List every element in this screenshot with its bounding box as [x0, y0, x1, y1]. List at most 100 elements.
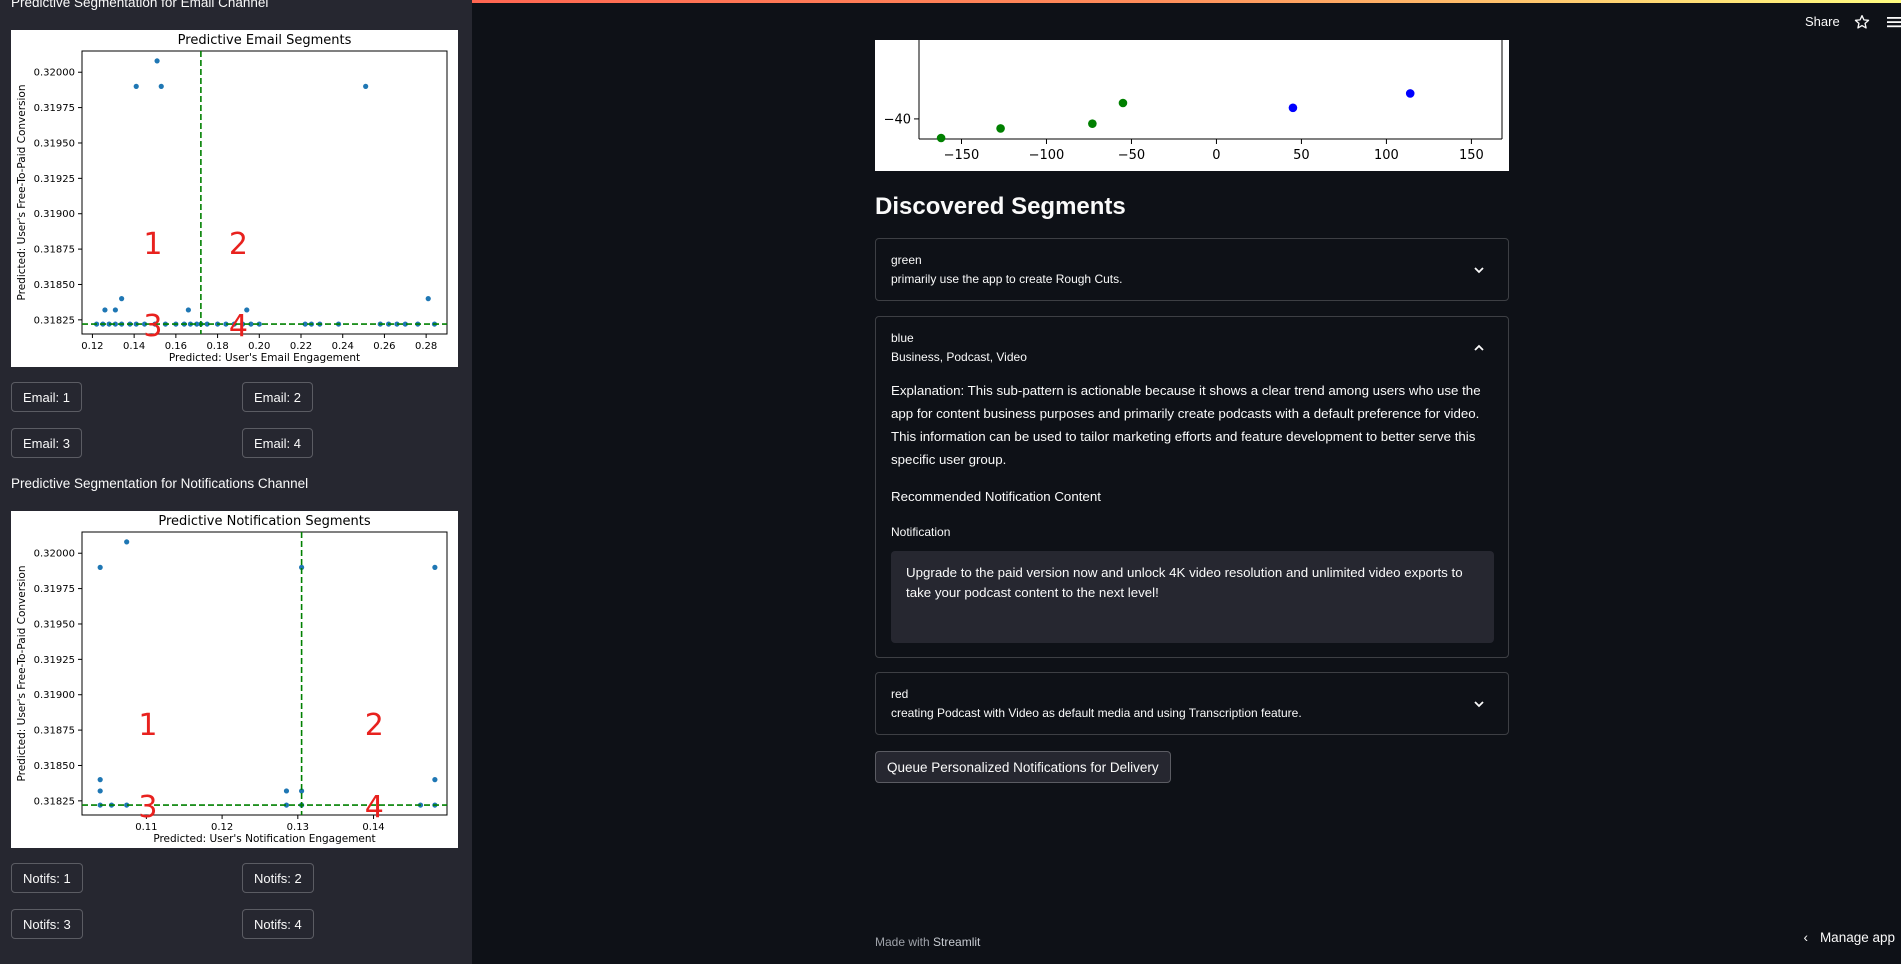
- quadrant-label: 4: [365, 790, 384, 825]
- notification-segments-chart: Predictive Notification Segments 0.11 0.12…: [11, 511, 458, 848]
- x-tick-label: 0.12: [211, 822, 233, 833]
- y-tick-label: 0.31950: [34, 138, 75, 149]
- segment-expander-red[interactable]: red creating Podcast with Video as defau…: [875, 672, 1509, 735]
- plot-frame: [81, 50, 448, 335]
- sidebar: Predictive Segmentation for Email Channe…: [0, 0, 472, 964]
- x-tick-label: 0.16: [165, 341, 187, 352]
- x-tick-label: 100: [1374, 148, 1399, 163]
- notifs-4-button[interactable]: Notifs: 4: [242, 909, 314, 939]
- email-4-button[interactable]: Email: 4: [242, 428, 313, 458]
- segment-header: green primarily use the app to create Ro…: [891, 251, 1122, 289]
- data-point: [1118, 98, 1128, 108]
- x-tick-label: 0.13: [287, 822, 309, 833]
- x-tick-label: 50: [1293, 148, 1310, 163]
- email-section-title: Predictive Segmentation for Email Channe…: [11, 0, 269, 10]
- footer: Made with Streamlit: [875, 935, 980, 949]
- x-tick-label: 0: [1212, 148, 1220, 163]
- x-tick-label: 0.18: [206, 341, 228, 352]
- x-tick-label: 0.26: [373, 341, 395, 352]
- data-point: [133, 83, 139, 89]
- data-point: [996, 124, 1005, 133]
- y-tick-label: 0.31850: [34, 761, 75, 772]
- notification-label: Notification: [891, 525, 951, 539]
- notifs-3-button[interactable]: Notifs: 3: [11, 909, 83, 939]
- quadrant-label: 3: [138, 790, 157, 825]
- x-tick-label: 0.24: [332, 341, 354, 352]
- segments-embedding-chart: −150 −100 −50 0 50 100 150 −40: [875, 40, 1509, 171]
- y-tick-label: 0.31875: [34, 245, 75, 256]
- data-point: [432, 564, 438, 570]
- page-heading: Discovered Segments: [875, 193, 1126, 220]
- data-point: [97, 777, 103, 783]
- chart-title: Predictive Notification Segments: [158, 514, 370, 529]
- segment-expander-blue[interactable]: blue Business, Podcast, Video Explanatio…: [875, 316, 1509, 658]
- segment-explanation: Explanation: This sub-pattern is actiona…: [891, 383, 1481, 467]
- chevron-up-icon[interactable]: [1472, 341, 1486, 355]
- queue-notifications-button[interactable]: Queue Personalized Notifications for Del…: [875, 751, 1171, 783]
- data-point: [283, 788, 290, 794]
- segment-expander-green[interactable]: green primarily use the app to create Ro…: [875, 238, 1509, 301]
- x-tick-label: 0.12: [81, 341, 103, 352]
- email-2-button[interactable]: Email: 2: [242, 382, 313, 412]
- notifs-2-button[interactable]: Notifs: 2: [242, 863, 314, 893]
- data-point: [119, 296, 125, 302]
- streamlit-link[interactable]: Streamlit: [933, 935, 980, 949]
- x-tick-label: 0.22: [290, 341, 312, 352]
- data-point: [102, 307, 108, 313]
- email-3-button[interactable]: Email: 3: [11, 428, 82, 458]
- notification-textarea[interactable]: Upgrade to the paid version now and unlo…: [891, 551, 1494, 643]
- email-1-button[interactable]: Email: 1: [11, 382, 82, 412]
- y-tick-label: 0.31850: [34, 280, 75, 291]
- x-tick-label: −150: [944, 148, 980, 163]
- data-point: [425, 296, 431, 302]
- x-tick-label: 150: [1459, 148, 1484, 163]
- x-tick-label: 0.28: [415, 341, 437, 352]
- quadrant-label: 1: [143, 227, 162, 262]
- y-tick-label: 0.31900: [34, 690, 75, 701]
- data-point: [97, 564, 103, 570]
- plot-frame: [81, 531, 448, 816]
- embedding-scatter-plot: −150 −100 −50 0 50 100 150 −40: [884, 40, 1503, 163]
- y-tick-label: 0.31900: [34, 209, 75, 220]
- y-tick-label: 0.31875: [34, 726, 75, 737]
- x-tick-label: 0.20: [248, 341, 270, 352]
- y-tick-label: 0.31975: [34, 584, 75, 595]
- x-tick-label: 0.14: [123, 341, 145, 352]
- x-tick-label: −50: [1118, 148, 1145, 163]
- y-tick-label: 0.31950: [34, 619, 75, 630]
- manage-app-button[interactable]: ‹ Manage app: [1803, 930, 1895, 945]
- y-tick-label: 0.32000: [34, 68, 75, 79]
- quadrant-label: 1: [138, 708, 157, 743]
- segment-header: blue Business, Podcast, Video: [891, 329, 1027, 367]
- y-tick-label: 0.31825: [34, 796, 75, 807]
- x-axis-label: Predicted: User's Notification Engagemen…: [153, 833, 375, 845]
- y-tick-label: 0.32000: [34, 549, 75, 560]
- quadrant-label: 2: [365, 708, 384, 743]
- y-tick-label: 0.31825: [34, 315, 75, 326]
- y-tick-label: 0.31975: [34, 103, 75, 114]
- chevron-down-icon[interactable]: [1472, 697, 1486, 711]
- segment-summary: creating Podcast with Video as default m…: [891, 706, 1302, 720]
- x-tick-label: −100: [1029, 148, 1065, 163]
- notifs-1-button[interactable]: Notifs: 1: [11, 863, 83, 893]
- segment-header: red creating Podcast with Video as defau…: [891, 685, 1302, 723]
- email-segments-chart: Predictive Email Segments 0.12 0.14 0.16 0.1…: [11, 30, 458, 367]
- hamburger-menu-icon[interactable]: [1887, 15, 1901, 29]
- notif-section-title: Predictive Segmentation for Notification…: [11, 476, 309, 491]
- data-point: [154, 58, 160, 64]
- quadrant-label: 4: [229, 309, 248, 344]
- data-point: [1288, 103, 1298, 113]
- data-point: [185, 307, 191, 313]
- star-icon[interactable]: [1854, 14, 1870, 30]
- data-point: [1405, 89, 1415, 98]
- share-button[interactable]: Share: [1805, 14, 1840, 29]
- data-point: [124, 539, 130, 545]
- made-with-text: Made with: [875, 935, 930, 949]
- y-axis-label: Predicted: User's Free-To-Paid Conversio…: [16, 565, 28, 781]
- segment-summary: primarily use the app to create Rough Cu…: [891, 272, 1123, 286]
- data-point: [97, 788, 103, 794]
- data-point: [363, 83, 369, 89]
- manage-app-label: Manage app: [1819, 930, 1895, 945]
- chevron-down-icon[interactable]: [1472, 263, 1486, 277]
- recommended-content-label: Recommended Notification Content: [891, 489, 1101, 504]
